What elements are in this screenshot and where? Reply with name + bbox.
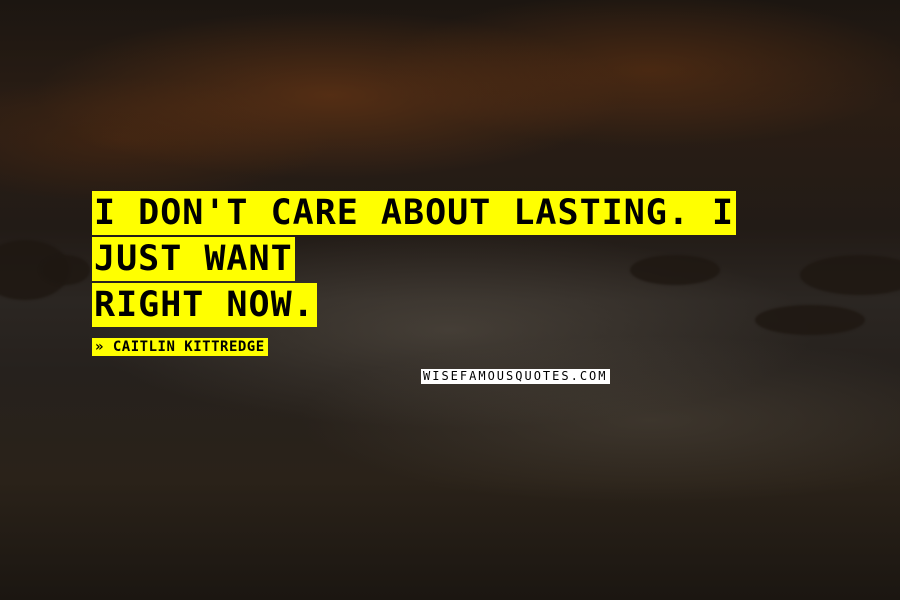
watermark: WISEFAMOUSQUOTES.COM <box>421 369 610 384</box>
author-name: Caitlin Kittredge <box>112 339 265 355</box>
author-prefix-icon: » <box>95 339 104 355</box>
quote-text: I don't care about lasting. I just want … <box>92 190 832 328</box>
quote-image-background: I don't care about lasting. I just want … <box>0 0 900 600</box>
quote-line-1: I don't care about lasting. I just want <box>92 191 737 281</box>
rock-left-small <box>40 255 90 285</box>
author-label: » Caitlin Kittredge <box>92 338 268 356</box>
quote-line-2: right now. <box>92 283 317 327</box>
